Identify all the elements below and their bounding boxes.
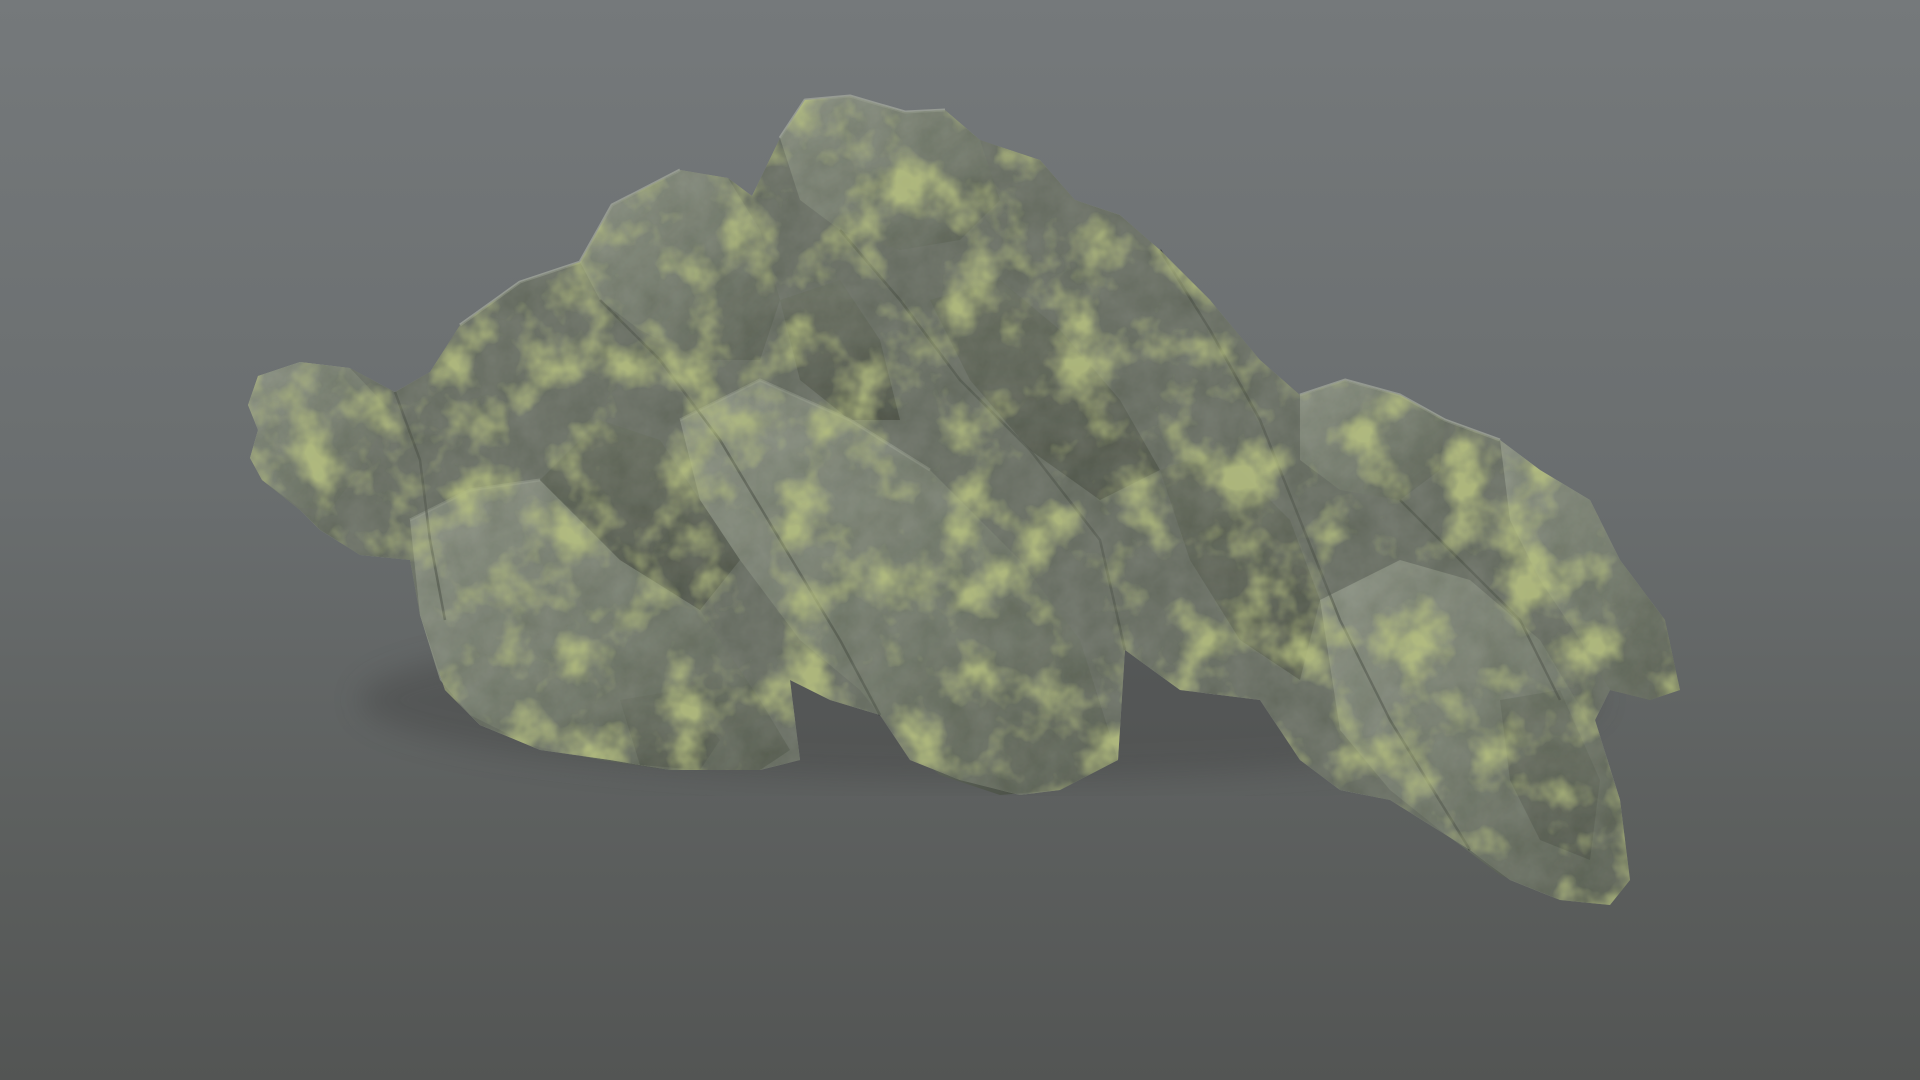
rock-moss (248, 96, 1680, 905)
rock-render (248, 94, 1680, 905)
3d-viewport[interactable] (0, 0, 1920, 1080)
